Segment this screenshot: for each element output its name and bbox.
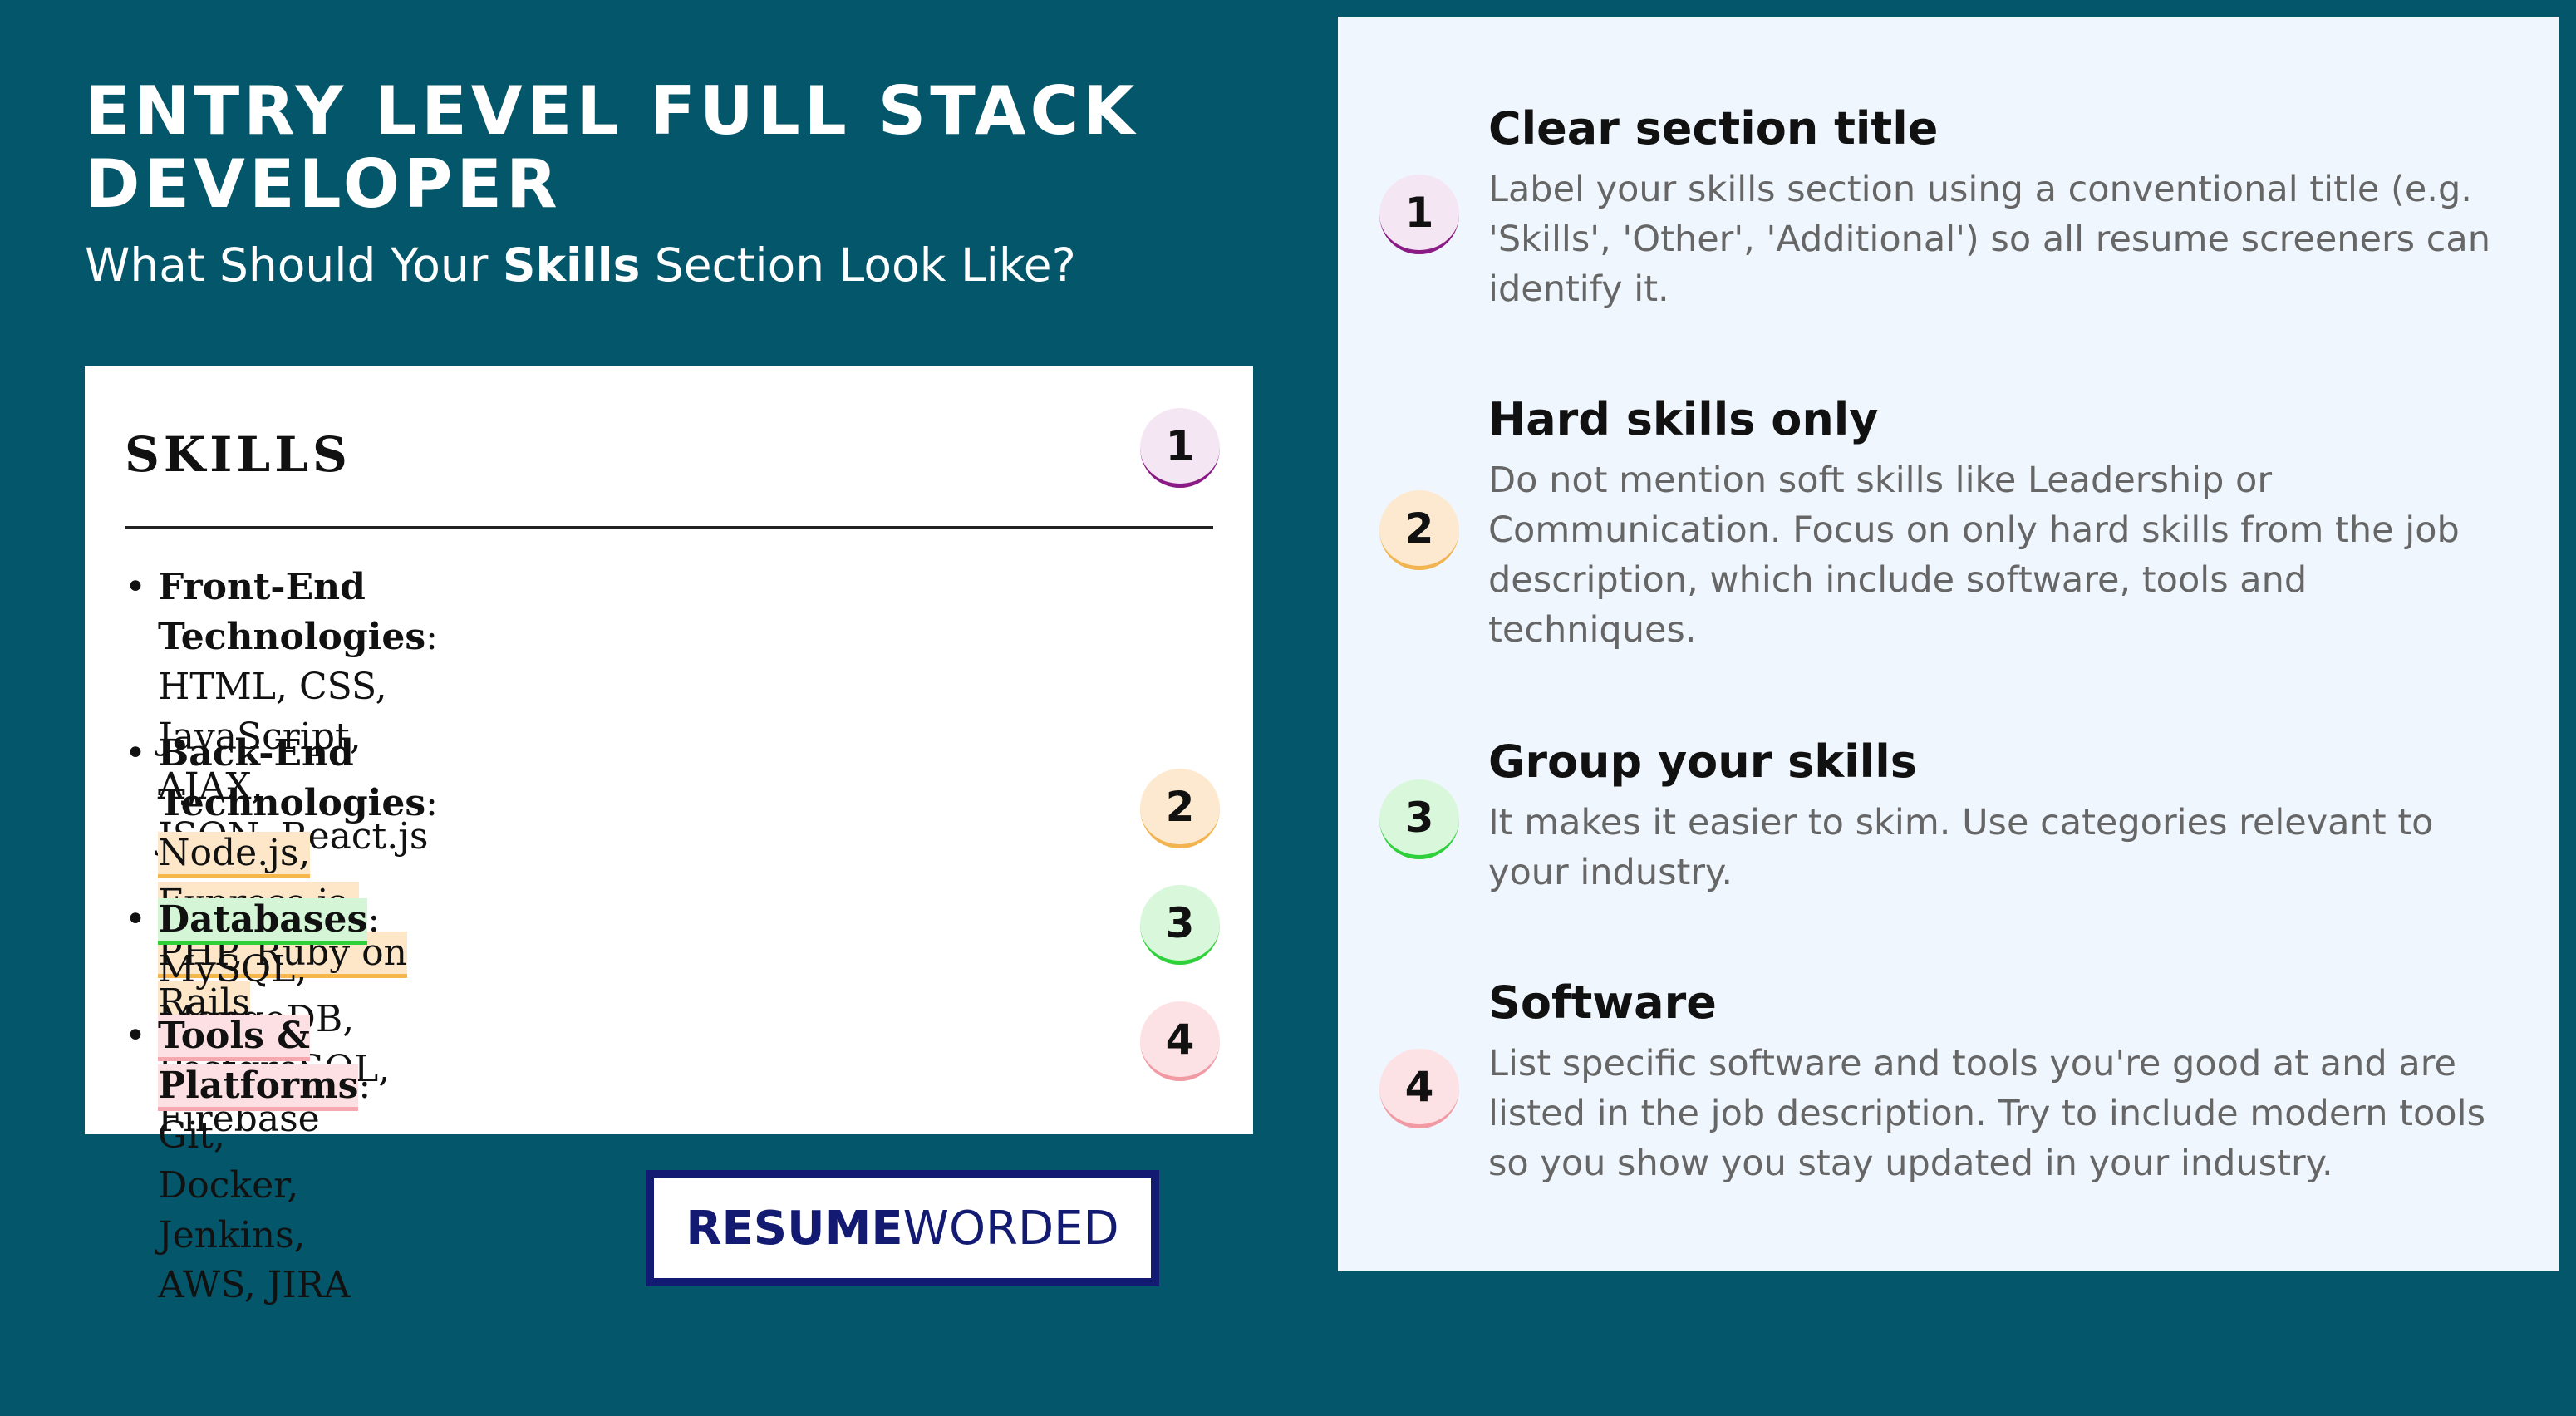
logo-bold-text: RESUME	[686, 1201, 903, 1256]
tip-title: Hard skills only	[1488, 393, 1879, 445]
badge-3-group-skills: 3	[1140, 885, 1220, 965]
section-divider	[125, 526, 1213, 529]
tip-number-badge: 1	[1379, 175, 1459, 254]
tip-number-badge: 4	[1379, 1049, 1459, 1128]
page-subtitle: What Should Your Skills Section Look Lik…	[85, 236, 1076, 294]
tip-body: It makes it easier to skim. Use categori…	[1488, 802, 2434, 893]
skill-category: Back-End Technologies	[158, 732, 426, 824]
logo-light-text: WORDED	[902, 1201, 1119, 1256]
skill-items: Git, Docker, Jenkins, AWS, JIRA	[158, 1114, 351, 1306]
subtitle-prefix: What Should Your	[85, 238, 503, 292]
bullet-icon: •	[125, 566, 146, 608]
badge-4-software: 4	[1140, 1001, 1220, 1081]
tip-title: Group your skills	[1488, 735, 1917, 788]
skill-category-highlight: Tools & Platforms	[158, 1015, 359, 1111]
skill-separator: :	[358, 1064, 371, 1107]
bullet-icon: •	[125, 898, 146, 941]
subtitle-suffix: Section Look Like?	[640, 238, 1076, 292]
skills-section-heading: SKILLS	[125, 426, 351, 483]
skill-separator: :	[425, 616, 438, 658]
skill-category: Front-End Technologies	[158, 566, 426, 658]
tip-title: Clear section title	[1488, 102, 1939, 155]
tips-panel: 1 Clear section title Label your skills …	[1338, 17, 2559, 1271]
page-title: ENTRY LEVEL FULL STACK DEVELOPER	[85, 72, 1139, 223]
subtitle-emphasis: Skills	[502, 238, 641, 292]
tip-number-badge: 3	[1379, 779, 1459, 859]
tip-body: Label your skills section using a conven…	[1488, 169, 2490, 310]
bullet-icon: •	[125, 732, 146, 774]
tip-body: Do not mention soft skills like Leadersh…	[1488, 460, 2460, 651]
skill-separator: :	[425, 782, 438, 824]
skill-separator: :	[367, 898, 381, 941]
badge-1-heading: 1	[1140, 408, 1220, 488]
tip-number-badge: 2	[1379, 490, 1459, 570]
bullet-icon: •	[125, 1015, 146, 1057]
resume-skills-example: SKILLS 1 • Front-End Technologies: HTML,…	[85, 366, 1253, 1306]
badge-2-hard-skills: 2	[1140, 769, 1220, 848]
resume-worded-logo: RESUME WORDED	[646, 1170, 1159, 1286]
tip-body: List specific software and tools you're …	[1488, 1043, 2485, 1184]
skill-category-highlight: Databases	[158, 898, 368, 945]
tip-title: Software	[1488, 976, 1717, 1029]
